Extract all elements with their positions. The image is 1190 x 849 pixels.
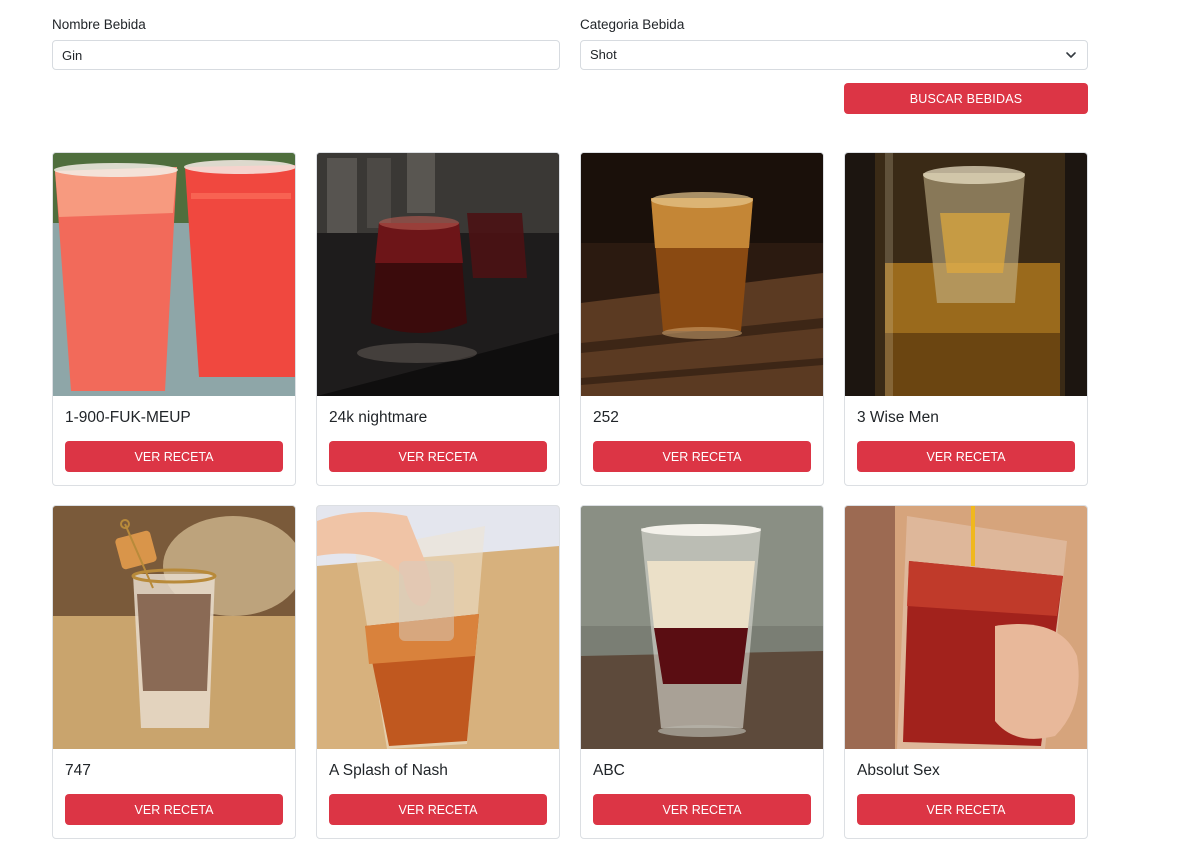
drink-image [845,153,1087,396]
drink-image [317,506,559,749]
drink-category-select[interactable]: Shot [580,40,1088,70]
view-recipe-button[interactable]: VER RECETA [329,441,547,472]
drink-name: ABC [593,762,625,779]
search-drinks-button[interactable]: BUSCAR BEBIDAS [844,83,1088,114]
drink-card: ABC VER RECETA [580,505,824,839]
drink-name: 252 [593,409,619,426]
drink-card: 252 VER RECETA [580,152,824,486]
drink-card: 3 Wise Men VER RECETA [844,152,1088,486]
drink-image [53,153,295,396]
drink-card: Absolut Sex VER RECETA [844,505,1088,839]
view-recipe-button[interactable]: VER RECETA [329,794,547,825]
view-recipe-button[interactable]: VER RECETA [857,794,1075,825]
drink-image [581,153,823,396]
drink-category-value: Shot [590,47,617,62]
drink-image [581,506,823,749]
view-recipe-button[interactable]: VER RECETA [65,794,283,825]
view-recipe-button[interactable]: VER RECETA [593,441,811,472]
drink-name: 1-900-FUK-MEUP [65,409,191,426]
drink-name-input[interactable] [52,40,560,70]
drink-card: 1-900-FUK-MEUP VER RECETA [52,152,296,486]
drink-image [317,153,559,396]
drink-category-field: Categoria Bebida Shot [580,16,1088,70]
chevron-down-icon [1066,52,1076,58]
view-recipe-button[interactable]: VER RECETA [65,441,283,472]
drink-image [53,506,295,749]
drink-name: Absolut Sex [857,762,940,779]
view-recipe-button[interactable]: VER RECETA [593,794,811,825]
drink-image [845,506,1087,749]
drink-card: A Splash of Nash VER RECETA [316,505,560,839]
drink-card: 24k nightmare VER RECETA [316,152,560,486]
drink-name-label: Nombre Bebida [52,17,146,32]
drink-name: 3 Wise Men [857,409,939,426]
drink-card: 747 VER RECETA [52,505,296,839]
drink-name: A Splash of Nash [329,762,448,779]
drink-category-label: Categoria Bebida [580,17,685,32]
drink-name: 24k nightmare [329,409,428,426]
drink-name-field: Nombre Bebida [52,16,560,70]
view-recipe-button[interactable]: VER RECETA [857,441,1075,472]
drink-name: 747 [65,762,91,779]
